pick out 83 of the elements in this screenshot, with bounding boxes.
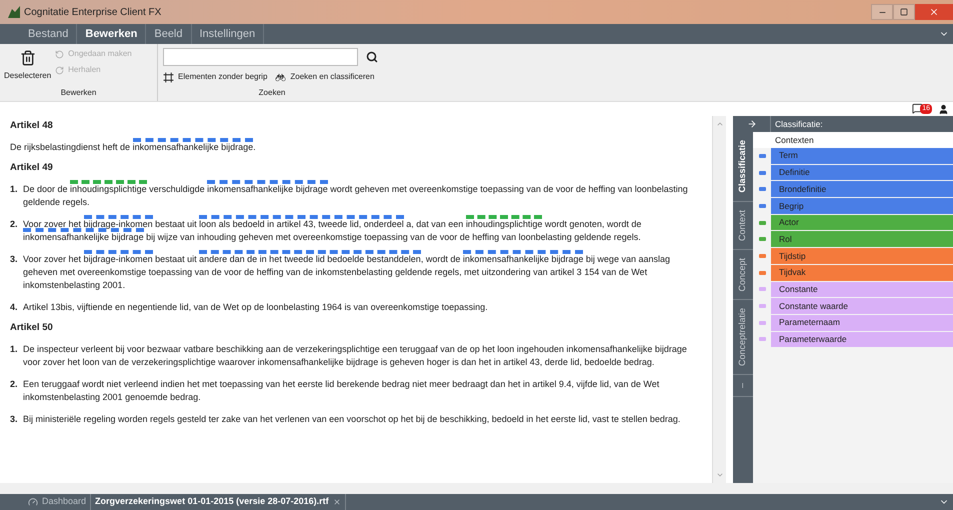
classification-item[interactable]: Constante waarde <box>771 298 953 314</box>
paragraph-number: 4. <box>10 301 19 314</box>
scrollbar[interactable] <box>712 116 726 483</box>
tag-icon <box>758 304 766 308</box>
tag-icon <box>758 187 766 192</box>
classification-item[interactable]: Brondefinitie <box>771 181 953 198</box>
close-icon <box>929 7 939 17</box>
redo-icon <box>55 66 64 74</box>
classification-item[interactable]: Parameternaam <box>771 314 953 331</box>
classification-item[interactable]: Tijdstip <box>771 248 953 264</box>
group-label: Contexten <box>774 134 814 146</box>
annotated-term[interactable]: andere dan de in het tweede lid bedoelde bestanddelen <box>199 250 421 264</box>
annotated-term[interactable]: inhoudingsplichtige <box>70 180 147 194</box>
classification-item[interactable]: Constante <box>771 282 953 298</box>
document-tab[interactable]: Dashboard <box>24 494 92 510</box>
user-icon[interactable] <box>938 104 949 114</box>
tag-icon <box>758 154 766 158</box>
paragraph-text: De rijksbelastingdienst heft de inkomensafhankelijke bijdrage. <box>10 139 256 154</box>
undo-icon <box>55 50 64 58</box>
binoculars-icon <box>275 72 286 82</box>
scroll-up-icon[interactable] <box>716 120 724 128</box>
group-label: Zoeken <box>258 87 286 99</box>
side-tab[interactable]: – <box>733 375 753 398</box>
classification-item[interactable]: Tijdvak <box>771 264 953 280</box>
tag-icon <box>758 204 766 208</box>
article-title: Artikel 50 <box>10 321 54 334</box>
annotated-term[interactable]: inkomensafhankelijke bijdrage <box>23 228 144 242</box>
classification-item[interactable]: Term <box>771 148 953 164</box>
paragraph-text: Bij ministeriële regeling worden regels gesteld ter zake van het verlenen van een voorschot op het bij de beschikking, bedoeld in het eerste lid, vast te stellen bedrag. <box>23 413 680 426</box>
paragraph-text: Voor zover het bijdrage-inkomen bestaat uit loon als bedoeld in artikel 43, tweede lid, onderdeel a, dat van een inhoudingsplichtige wordt genoten, wordt de inkomensafhankelijke bijdrage bij wijze van inhouding geheven met overeenkomstige toepassing van de voor de heffing van loonbelasting geldende regels. <box>23 216 702 244</box>
gauge-icon <box>28 497 38 507</box>
annotated-term[interactable]: inkomensafhankelijke bijdrage <box>207 180 328 194</box>
tag-icon <box>758 320 766 325</box>
paragraph-text: Voor zover het bijdrage-inkomen bestaat uit andere dan de in het tweede lid bedoelde bestanddelen, wordt de inkomensafhankelijke bijdrage bij wege van aanslag geheven met overeenkomstige toepassing van de voor de heffing van de inkomstenbelasting geldende regels, met uitzondering van artikel 3 154 van de Wet inkomstenbelasting 2001. <box>23 251 702 292</box>
paragraph-number: 1. <box>10 183 19 196</box>
paragraph-number: 2. <box>10 378 19 391</box>
elements-button[interactable]: Elementen zonder begrip <box>163 71 268 83</box>
frame-icon <box>163 72 174 82</box>
paragraph-number: 1. <box>10 343 19 356</box>
classification-item[interactable]: Rol <box>771 231 953 248</box>
tag-icon <box>758 170 766 175</box>
annotated-term[interactable]: loon als bedoeld in artikel 43, tweede lid, onderdeel <box>199 215 404 229</box>
paragraph-text: Artikel 13bis, vijftiende en negentiende lid, van de Wet op de loonbelasting 1964 is van overeenkomstige toepassing. <box>23 301 488 314</box>
tag-icon <box>758 337 766 342</box>
annotated-term[interactable]: bijdrage-inkomen <box>84 215 153 229</box>
tag-icon <box>758 254 766 258</box>
deselect-button[interactable]: Deselecteren <box>4 48 52 87</box>
paragraph-number: 3. <box>10 413 19 426</box>
paragraph-text: Een teruggaaf wordt niet verleend indien het met toepassing van het eerste lid berekende bedrag niet meer bedraagt dan het in artikel 9.4, vijfde lid, van de Wet inkomstenbelasting 2001 genoemde bedrag. <box>23 378 660 404</box>
tag-icon <box>758 220 766 225</box>
close-tab-icon[interactable] <box>332 498 341 506</box>
group-label: Bewerken <box>60 87 98 99</box>
tag-icon <box>758 270 766 275</box>
app-logo-icon <box>8 6 20 18</box>
article-title: Artikel 49 <box>10 161 54 174</box>
scroll-down-icon[interactable] <box>716 471 724 479</box>
collapse-arrow-icon[interactable] <box>746 119 756 129</box>
classification-item[interactable]: Begrip <box>771 198 953 214</box>
annotated-term[interactable]: inhoudingsplichtige <box>466 215 542 229</box>
paragraph-number: 3. <box>10 253 19 266</box>
article-title: Artikel 48 <box>10 119 54 132</box>
annotated-term[interactable]: inkomensafhankelijke bijdrage <box>132 138 254 152</box>
document-tab[interactable]: Zorgverzekeringswet 01-01-2015 (versie 28-07-2016).rtf <box>91 494 346 510</box>
search-classify-button[interactable]: Zoeken en classificeren <box>275 71 374 83</box>
classification-item[interactable]: Definitie <box>771 164 953 180</box>
search-icon[interactable] <box>366 51 378 63</box>
search-field[interactable] <box>163 48 358 66</box>
paragraph-text: De inspecteur verleent bij voor bezwaar vatbare beschikking aan de verzekeringsplichtige een teruggaaf van de op het loon ingehouden inkomensafhankelijke bijdrage voor zover het loon van de verzekeringsplichtige waarover inkomensafhankelijke bijdrage is geheven hoger is dan het in artikel 43, derde lid, bedoelde bedrag. <box>23 343 688 369</box>
panel-header: Classificatie: <box>774 118 823 130</box>
window-title: Cognitatie Enterprise Client FX <box>24 6 162 20</box>
tag-icon <box>758 237 766 242</box>
classification-item[interactable]: Parameterwaarde <box>771 332 953 348</box>
close-button[interactable] <box>915 4 953 20</box>
maximize-icon <box>900 8 908 16</box>
tag-icon <box>758 287 766 292</box>
maximize-button[interactable] <box>893 4 915 20</box>
paragraph-text: De door de inhoudingsplichtige verschuldigde inkomensafhankelijke bijdrage wordt geheven met overeenkomstige toepassing van de voor de heffing van loonbelasting geldende regels. <box>23 181 702 209</box>
trash-icon <box>20 50 36 66</box>
annotated-term[interactable]: inkomensafhankelijke bijdrage <box>462 250 584 264</box>
chat-icon <box>912 103 923 114</box>
paragraph-number: 2. <box>10 218 19 231</box>
annotated-term[interactable]: bijdrage-inkomen <box>84 250 153 264</box>
classification-item[interactable]: Actor <box>771 214 953 230</box>
